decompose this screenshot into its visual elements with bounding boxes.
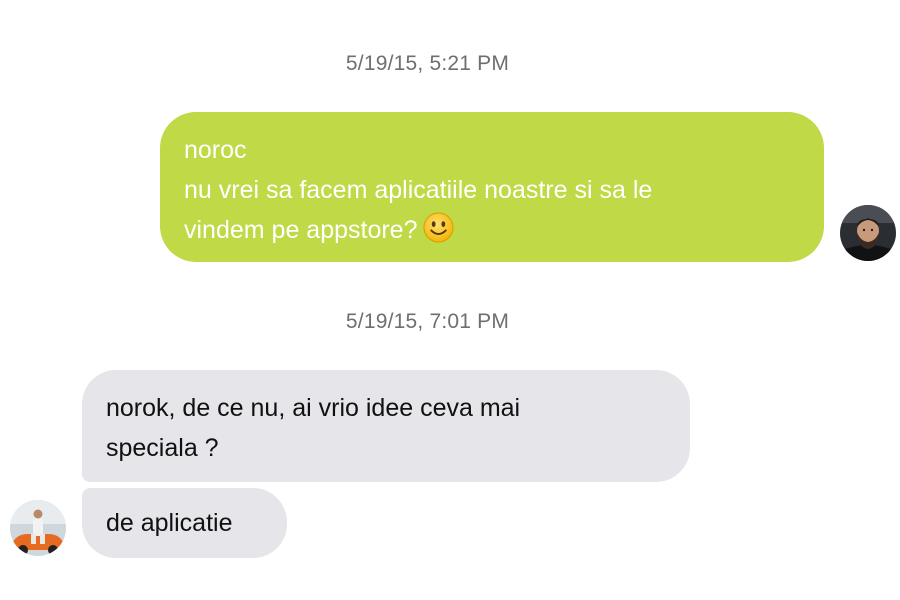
message-line: speciala ? (106, 434, 219, 462)
message-timestamp: 5/19/15, 5:21 PM (345, 52, 510, 75)
message-line-text: vindem pe appstore? (184, 216, 418, 244)
person-with-car-avatar-icon (10, 500, 66, 556)
slightly-smiling-face-emoji-icon (423, 212, 454, 243)
message-line-with-emoji: vindem pe appstore? (184, 210, 800, 250)
message-line: noroc (184, 136, 247, 164)
incoming-message-bubble[interactable]: norok, de ce nu, ai vrio idee ceva mai s… (82, 370, 690, 482)
incoming-message-bubble[interactable]: de aplicatie (82, 488, 287, 558)
contact-avatar[interactable] (10, 500, 66, 556)
outgoing-message-bubble[interactable]: noroc nu vrei sa facem aplicatiile noast… (160, 112, 824, 262)
my-avatar[interactable] (840, 205, 896, 261)
message-line: nu vrei sa facem aplicatiile noastre si … (184, 176, 653, 204)
bearded-man-avatar-icon (840, 205, 896, 261)
message-timestamp: 5/19/15, 7:01 PM (345, 310, 510, 333)
message-line: norok, de ce nu, ai vrio idee ceva mai (106, 394, 521, 422)
message-line: de aplicatie (106, 509, 233, 537)
